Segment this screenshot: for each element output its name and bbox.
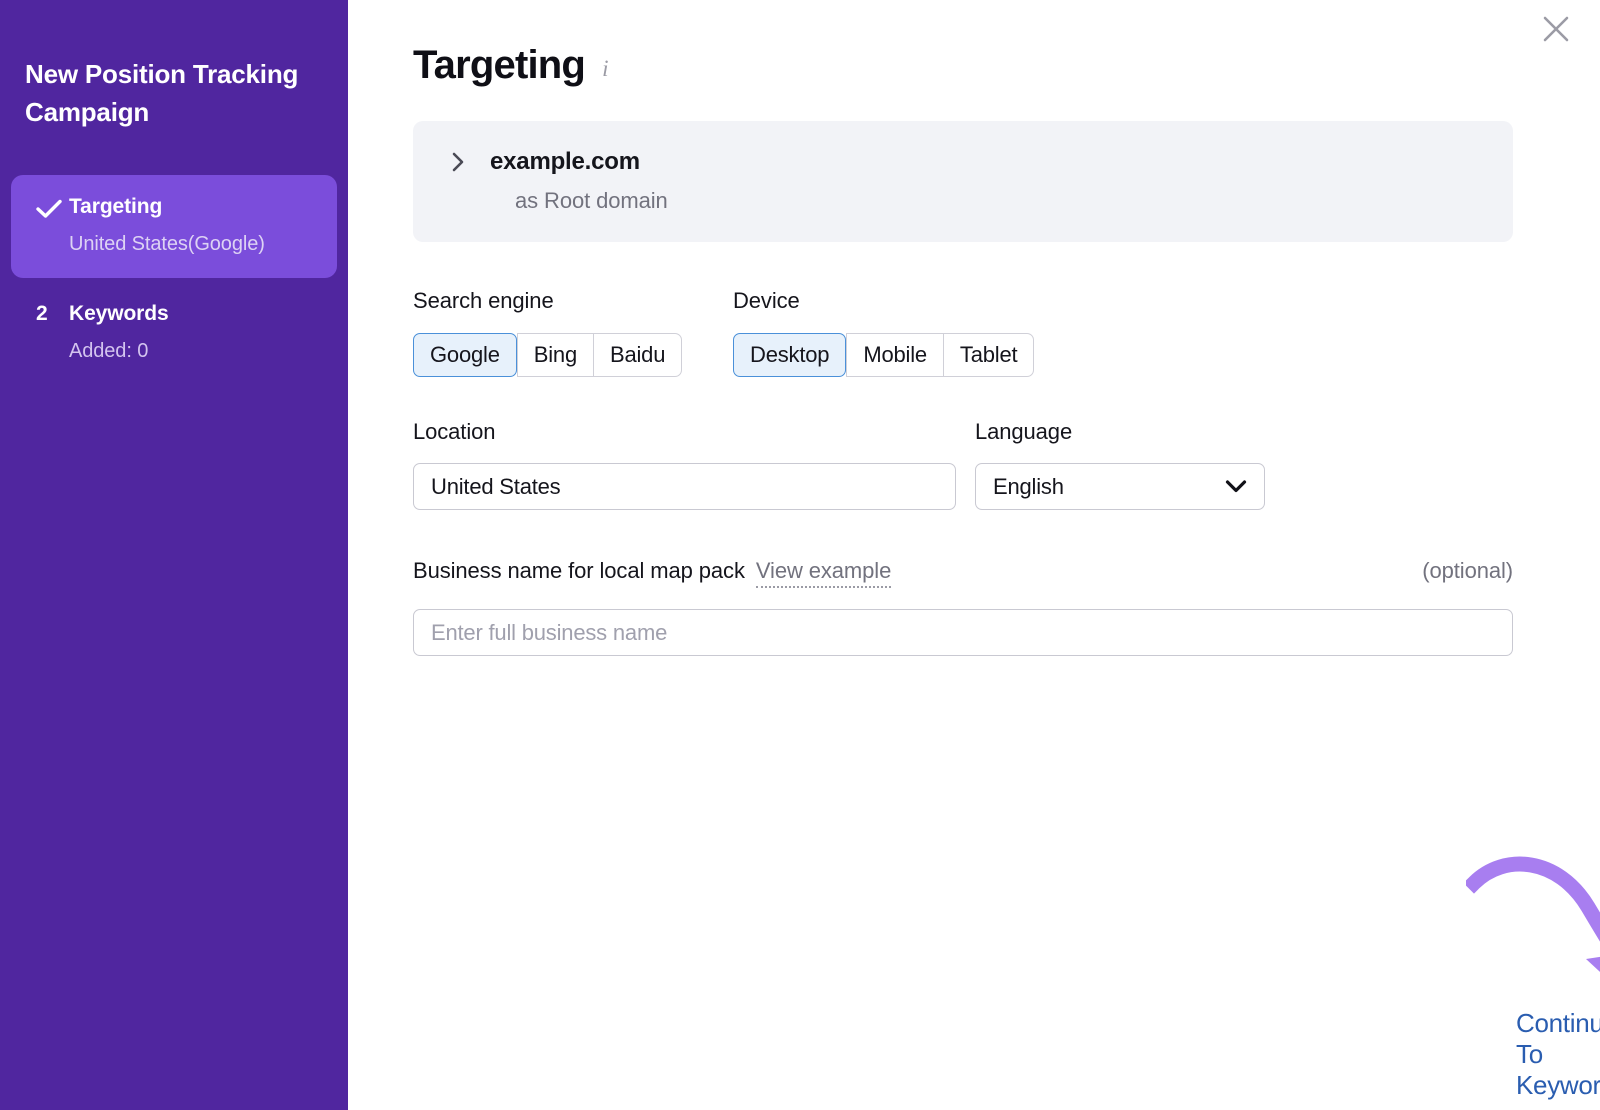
continue-to-keywords-label: Continue To Keywords [1516, 1008, 1600, 1101]
page-title: Targeting [413, 45, 585, 85]
device-option-desktop[interactable]: Desktop [733, 333, 846, 377]
info-icon[interactable]: i [602, 57, 608, 80]
location-block: Location [413, 421, 975, 510]
business-name-optional-tag: (optional) [1422, 558, 1513, 584]
step-sublabel-keywords: Added: 0 [69, 336, 323, 366]
main-panel: Targeting i example.com as Root domain [348, 0, 1600, 1110]
search-engine-segmented-control: Google Bing Baidu [413, 333, 682, 377]
step-number-keywords: 2 [25, 299, 69, 329]
curved-arrow-annotation [1466, 855, 1600, 1010]
domain-scope: as Root domain [515, 188, 1513, 214]
page-title-row: Targeting i [348, 0, 1600, 85]
campaign-sidebar: New Position Tracking Campaign Targeting… [0, 0, 348, 1110]
search-engine-option-bing[interactable]: Bing [517, 333, 593, 377]
sidebar-step-targeting[interactable]: Targeting United States(Google) [11, 175, 337, 278]
campaign-title: New Position Tracking Campaign [0, 0, 348, 131]
new-position-tracking-campaign-modal: New Position Tracking Campaign Targeting… [0, 0, 1600, 1110]
targeting-form: example.com as Root domain Search engine… [348, 121, 1600, 656]
close-button[interactable] [1534, 8, 1578, 52]
search-engine-option-google[interactable]: Google [413, 333, 517, 377]
step-label-keywords: Keywords [69, 299, 323, 329]
search-engine-label: Search engine [413, 290, 733, 312]
domain-name: example.com [490, 148, 640, 176]
search-engine-block: Search engine Google Bing Baidu [413, 290, 733, 377]
step-label-targeting: Targeting [69, 192, 323, 222]
device-option-mobile[interactable]: Mobile [846, 333, 943, 377]
domain-row: example.com [451, 148, 1513, 176]
language-label: Language [975, 421, 1265, 443]
business-name-label: Business name for local map pack [413, 558, 745, 584]
device-option-tablet[interactable]: Tablet [943, 333, 1035, 377]
chevron-right-icon[interactable] [451, 151, 477, 173]
location-input[interactable] [413, 463, 956, 510]
language-select[interactable]: English [975, 463, 1265, 510]
device-segmented-control: Desktop Mobile Tablet [733, 333, 1034, 377]
language-block: Language English [975, 421, 1265, 510]
search-engine-option-baidu[interactable]: Baidu [593, 333, 682, 377]
business-name-label-row: Business name for local map pack View ex… [413, 558, 1513, 588]
device-block: Device Desktop Mobile Tablet [733, 290, 1034, 377]
step-sublabel-targeting: United States(Google) [69, 229, 323, 259]
business-name-input[interactable] [413, 609, 1513, 656]
step-check-icon [25, 192, 69, 219]
continue-to-keywords-link[interactable]: Continue To Keywords → [1516, 1008, 1600, 1101]
close-icon [1541, 14, 1571, 47]
domain-card[interactable]: example.com as Root domain [413, 121, 1513, 242]
campaign-steps: Targeting United States(Google) 2 Keywor… [0, 175, 348, 385]
device-label: Device [733, 290, 1034, 312]
location-language-row: Location Language English [413, 421, 1600, 510]
location-label: Location [413, 421, 975, 443]
language-select-wrap: English [975, 463, 1265, 510]
engine-device-row: Search engine Google Bing Baidu Device D… [413, 290, 1600, 377]
sidebar-step-keywords[interactable]: 2 Keywords Added: 0 [11, 282, 337, 385]
view-example-link[interactable]: View example [756, 558, 891, 588]
